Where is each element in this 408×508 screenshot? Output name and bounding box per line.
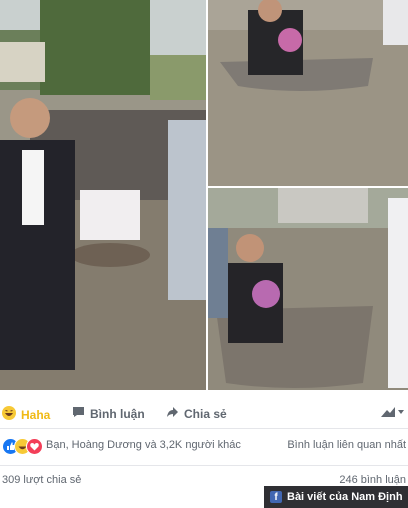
- share-arrow-icon: [166, 406, 179, 421]
- share-label: Chia sẻ: [184, 406, 227, 421]
- share-button[interactable]: Chia sẻ: [166, 406, 227, 421]
- profile-dropdown[interactable]: [380, 406, 406, 421]
- reactions-text: Bạn, Hoàng Dương và 3,2K người khác: [46, 439, 241, 451]
- photo-groom-holding-bouquet[interactable]: [208, 188, 408, 390]
- comment-count[interactable]: 246 bình luận: [339, 474, 406, 486]
- haha-label: Haha: [21, 407, 51, 422]
- comment-label: Bình luận: [90, 406, 145, 421]
- most-relevant-comments-filter[interactable]: Bình luận liên quan nhất: [287, 439, 406, 451]
- share-count[interactable]: 309 lượt chia sẻ: [2, 474, 81, 486]
- speech-bubble-icon: [72, 406, 85, 421]
- comment-button[interactable]: Bình luận: [72, 406, 145, 421]
- photo-groom-in-boat[interactable]: [208, 0, 408, 186]
- page-post-bar[interactable]: f Bài viết của Nam Định: [264, 486, 408, 508]
- facebook-logo-icon: f: [270, 491, 282, 503]
- photo-groom-pulling-boat[interactable]: [0, 0, 206, 390]
- post-stats: 309 lượt chia sẻ 246 bình luận f Bài viế…: [0, 465, 408, 508]
- reactions-summary[interactable]: Bạn, Hoàng Dương và 3,2K người khác Bình…: [0, 435, 408, 457]
- post-action-bar: Haha Bình luận Chia sẻ: [0, 400, 408, 429]
- love-icon: [26, 438, 43, 455]
- reaction-icons: [2, 438, 44, 455]
- page-post-label: Bài viết của Nam Định: [287, 491, 403, 503]
- haha-reaction-button[interactable]: Haha: [2, 406, 50, 423]
- haha-emoji-icon: [2, 406, 16, 423]
- profile-dropdown-icon: [380, 406, 406, 421]
